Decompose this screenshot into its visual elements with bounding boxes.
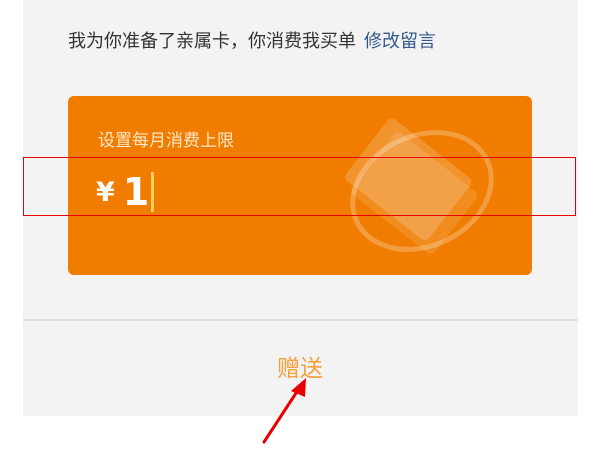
currency-symbol: ¥ [96, 176, 115, 208]
edit-message-link[interactable]: 修改留言 [364, 27, 436, 53]
text-cursor [151, 172, 155, 212]
family-card-screen: 我为你准备了亲属卡，你消费我买单 修改留言 设置每月消费上限 ¥ 1 赠送 [0, 0, 600, 450]
gift-message: 我为你准备了亲属卡，你消费我买单 [68, 31, 356, 52]
message-row: 我为你准备了亲属卡，你消费我买单 修改留言 [68, 24, 436, 56]
action-divider [23, 319, 578, 321]
card-orbit-icon [345, 118, 494, 254]
amount-input[interactable]: ¥ 1 [96, 166, 155, 218]
gift-button[interactable]: 赠送 [264, 349, 336, 389]
family-card: 设置每月消费上限 ¥ 1 [68, 96, 532, 275]
monthly-limit-label: 设置每月消费上限 [98, 131, 234, 151]
amount-value[interactable]: 1 [123, 170, 149, 214]
